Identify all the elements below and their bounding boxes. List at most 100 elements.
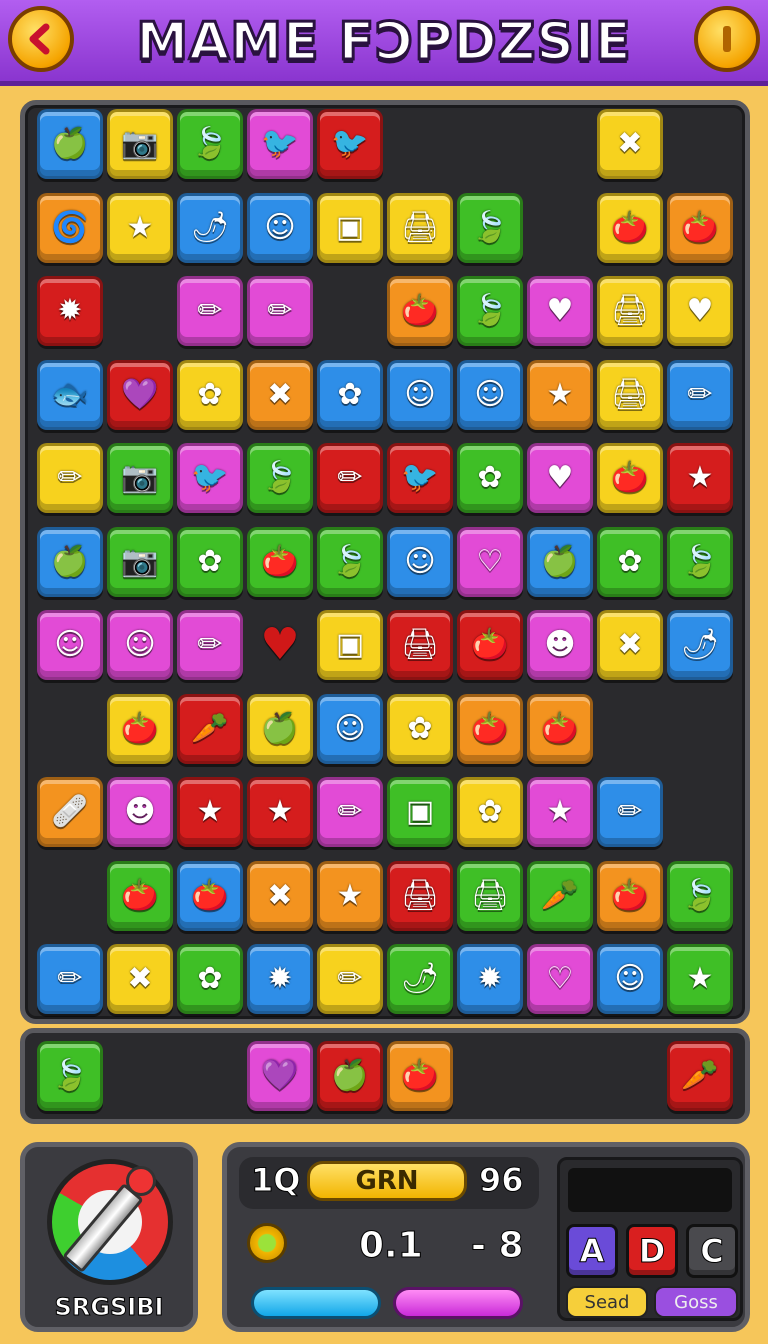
board-tile[interactable]: 🌶 xyxy=(177,192,243,263)
board-tile[interactable]: ★ xyxy=(177,777,243,847)
board-tile[interactable]: 🍃 xyxy=(667,860,733,931)
board-tile[interactable]: ✿ xyxy=(597,526,663,597)
board-tile[interactable]: ✏ xyxy=(667,359,733,430)
tool-panel[interactable]: SRGSIBI xyxy=(20,1142,198,1332)
board-tile[interactable]: ✹ xyxy=(247,944,313,1014)
board-tile[interactable]: 🍏 xyxy=(37,526,103,597)
tray-tile[interactable]: 💜 xyxy=(247,1041,313,1111)
grn-pill[interactable]: GRN xyxy=(307,1161,467,1201)
board-tile[interactable]: ✏ xyxy=(37,443,103,513)
board-tile[interactable]: ✏ xyxy=(247,276,313,346)
board-tile[interactable]: 🥕 xyxy=(527,860,593,931)
board-tile[interactable]: ▣ xyxy=(387,777,453,847)
board-tile[interactable]: ✖ xyxy=(247,860,313,931)
board-tile[interactable]: 🍅 xyxy=(387,276,453,346)
board-tile[interactable]: 🍅 xyxy=(177,860,243,931)
board-tile[interactable]: 🖨 xyxy=(387,610,453,680)
key-c-button[interactable]: C xyxy=(686,1224,738,1278)
board-tile[interactable]: ★ xyxy=(107,192,173,263)
board-tile[interactable]: ★ xyxy=(317,860,383,931)
board-tile[interactable]: 🍃 xyxy=(667,526,733,597)
board-tile[interactable]: ♥ xyxy=(527,443,593,513)
board-tile[interactable]: ☺ xyxy=(317,693,383,764)
board-tile[interactable]: 🍅 xyxy=(107,693,173,764)
board-tile[interactable]: ♥ xyxy=(667,276,733,346)
board-tile[interactable]: ★ xyxy=(527,777,593,847)
board-tile[interactable]: 💜 xyxy=(107,359,173,430)
board-tile[interactable]: ★ xyxy=(527,359,593,430)
board-tile[interactable]: ★ xyxy=(667,944,733,1014)
board-tile[interactable]: ☺ xyxy=(387,526,453,597)
goss-button[interactable]: Goss xyxy=(654,1286,738,1318)
board-tile[interactable]: ✿ xyxy=(457,443,523,513)
board-tile[interactable]: ☻ xyxy=(527,610,593,680)
board-tile[interactable]: 🖨 xyxy=(457,860,523,931)
board-tile[interactable]: ✿ xyxy=(177,944,243,1014)
board-tile[interactable]: ✏ xyxy=(37,944,103,1014)
board-tile[interactable]: ✹ xyxy=(37,276,103,346)
board-tile[interactable]: 🖨 xyxy=(597,276,663,346)
board-tile[interactable]: 🐦 xyxy=(387,443,453,513)
board-tile[interactable]: ✏ xyxy=(317,777,383,847)
board-tile[interactable]: 🍃 xyxy=(317,526,383,597)
tray-tile[interactable]: 🍅 xyxy=(387,1041,453,1111)
tray-tile[interactable]: 🥕 xyxy=(667,1041,733,1111)
board-tile[interactable]: ☻ xyxy=(107,777,173,847)
board-tile[interactable]: ✏ xyxy=(317,443,383,513)
back-button[interactable] xyxy=(8,6,74,72)
board-tile[interactable]: 🍅 xyxy=(107,860,173,931)
board-tile[interactable]: 🍃 xyxy=(247,443,313,513)
board-tile[interactable]: ✿ xyxy=(387,693,453,764)
board-tile[interactable]: ✿ xyxy=(457,777,523,847)
tray-tile[interactable]: 🍏 xyxy=(317,1041,383,1111)
board-tile[interactable]: 🍅 xyxy=(457,693,523,764)
board-tile[interactable]: 📷 xyxy=(107,526,173,597)
board-tile[interactable]: ☺ xyxy=(107,610,173,680)
board-tile[interactable]: 🌶 xyxy=(387,944,453,1014)
board-tile[interactable]: ✿ xyxy=(177,359,243,430)
board-tile[interactable]: 🍅 xyxy=(457,610,523,680)
board-tile[interactable]: 🍅 xyxy=(527,693,593,764)
board-tile[interactable]: 🖨 xyxy=(387,192,453,263)
board-tile[interactable]: 🩹 xyxy=(37,777,103,847)
board-tile[interactable]: 🍅 xyxy=(247,526,313,597)
board-tile[interactable]: 📷 xyxy=(107,109,173,179)
board-tile[interactable]: 🥕 xyxy=(177,693,243,764)
board-tile[interactable]: ✹ xyxy=(457,944,523,1014)
tray-tile[interactable]: 🍃 xyxy=(37,1041,103,1111)
board-tile[interactable]: ✏ xyxy=(317,944,383,1014)
board-tile[interactable]: ☺ xyxy=(387,359,453,430)
board-tile[interactable]: ✖ xyxy=(597,610,663,680)
board-tile[interactable]: 📷 xyxy=(107,443,173,513)
board-tile[interactable]: ☺ xyxy=(37,610,103,680)
board-tile[interactable]: 🍏 xyxy=(247,693,313,764)
seed-button[interactable]: Sead xyxy=(566,1286,648,1318)
board-tile[interactable]: 🍃 xyxy=(457,192,523,263)
board-tile[interactable]: 🍅 xyxy=(597,192,663,263)
board-tile[interactable]: ♥ xyxy=(247,610,313,680)
board-tile[interactable]: ♡ xyxy=(457,526,523,597)
key-d-button[interactable]: D xyxy=(626,1224,678,1278)
board-tile[interactable]: ✖ xyxy=(597,109,663,179)
board-tile[interactable]: ✿ xyxy=(177,526,243,597)
board-tile[interactable]: 🐦 xyxy=(247,109,313,179)
board-tile[interactable]: 🍃 xyxy=(457,276,523,346)
board-tile[interactable]: ▣ xyxy=(317,610,383,680)
board-tile[interactable]: ✏ xyxy=(177,610,243,680)
board-tile[interactable]: 🖨 xyxy=(387,860,453,931)
board-tile[interactable]: 🖨 xyxy=(597,359,663,430)
info-button[interactable] xyxy=(694,6,760,72)
board-tile[interactable]: 🍅 xyxy=(597,443,663,513)
board-tile[interactable]: ▣ xyxy=(317,192,383,263)
board-tile[interactable]: 🌶 xyxy=(667,610,733,680)
board-tile[interactable]: 🌀 xyxy=(37,192,103,263)
board-tile[interactable]: 🍅 xyxy=(597,860,663,931)
board-tile[interactable]: 🍏 xyxy=(527,526,593,597)
board-tile[interactable]: 🐟 xyxy=(37,359,103,430)
board-tile[interactable]: 🐦 xyxy=(177,443,243,513)
board-tile[interactable]: 🍏 xyxy=(37,109,103,179)
board-tile[interactable]: ☺ xyxy=(597,944,663,1014)
board-tile[interactable]: ★ xyxy=(667,443,733,513)
board-tile[interactable]: 🍅 xyxy=(667,192,733,263)
board-tile[interactable]: ✏ xyxy=(597,777,663,847)
